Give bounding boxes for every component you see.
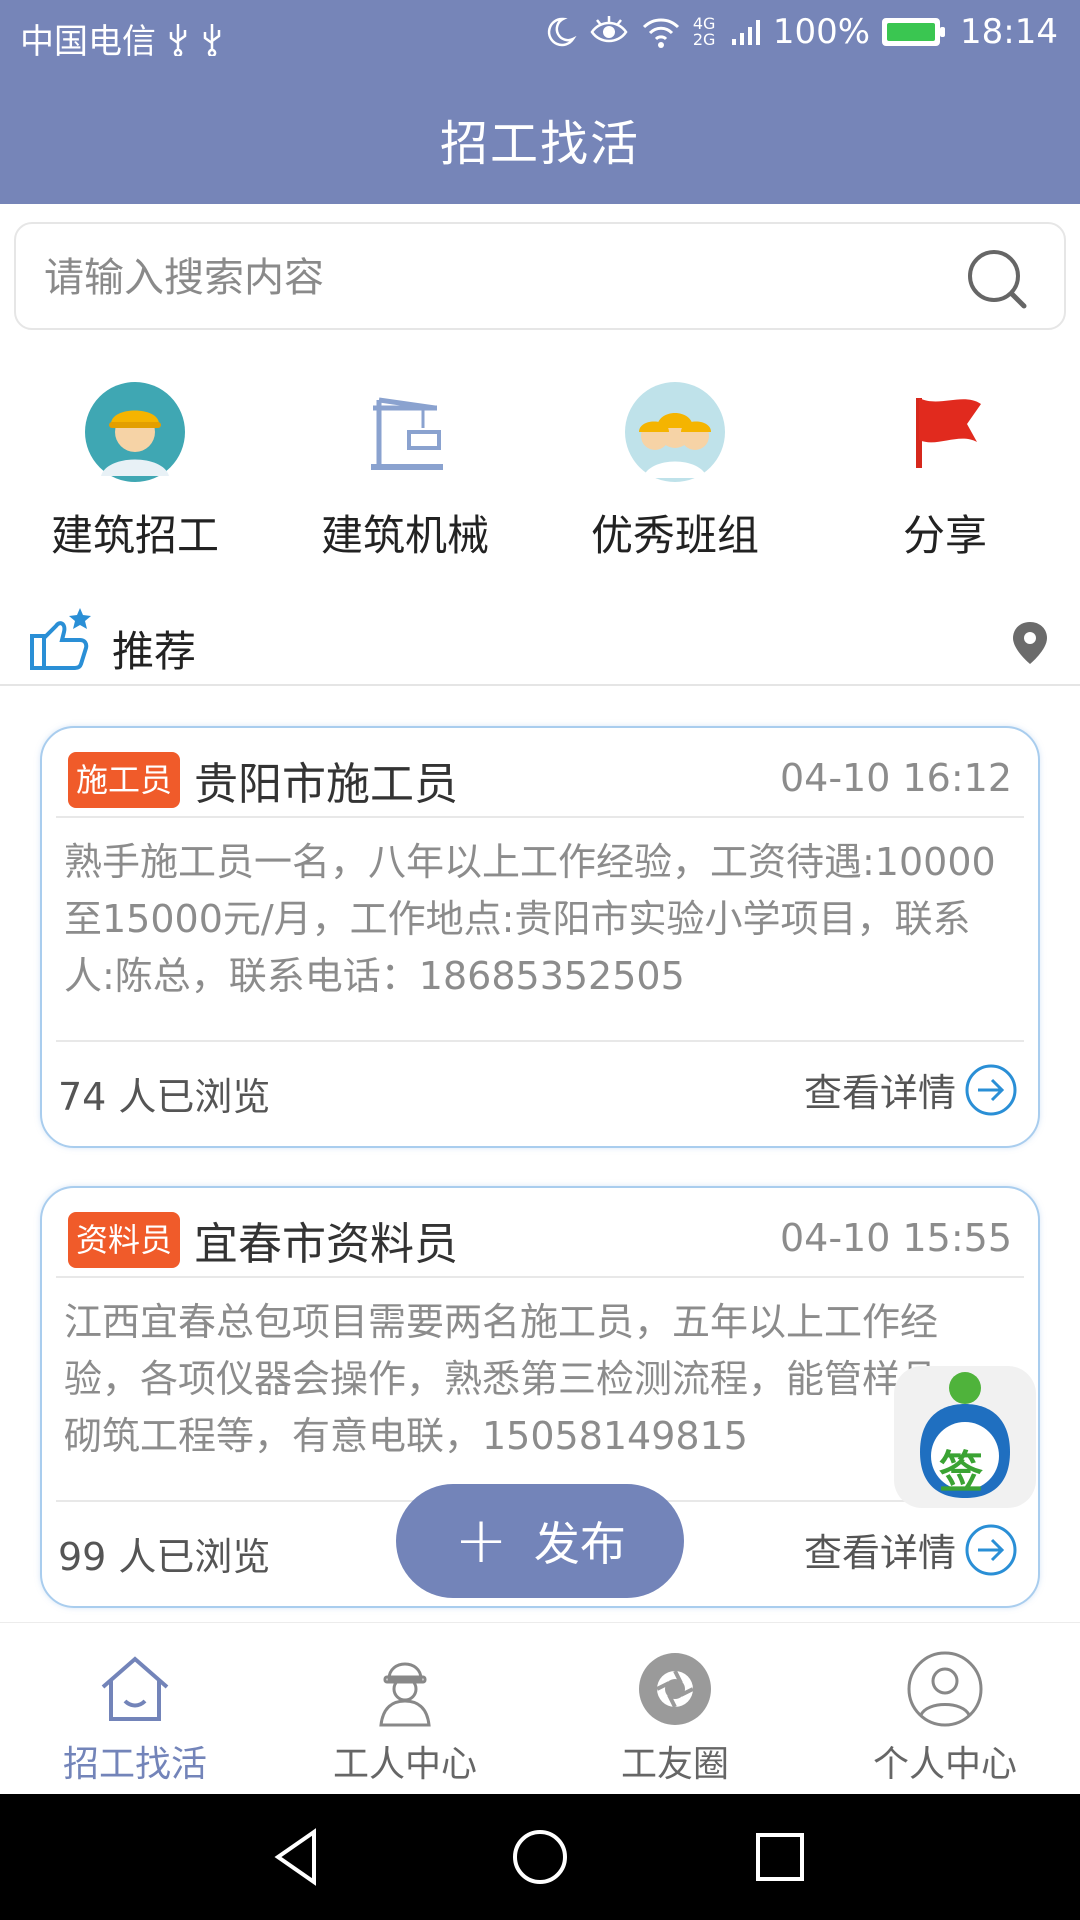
tab-label: 个人中心	[872, 1744, 1017, 1785]
sign-in-badge[interactable]: 签	[894, 1366, 1036, 1508]
thumbs-up-icon	[30, 608, 91, 670]
view-details-label: 查看详情	[803, 1531, 956, 1575]
recommend-label: 推荐	[112, 627, 197, 676]
home-icon	[101, 1656, 169, 1721]
network-label: 4G 2G	[692, 14, 716, 49]
usb-icon	[169, 23, 187, 56]
search-box[interactable]	[14, 222, 1066, 330]
tab-job-search[interactable]: 招工找活	[0, 1623, 270, 1787]
worker-icon	[379, 1662, 431, 1727]
bottom-tab-bar: 招工找活 工人中心 工友圈 个人中心	[0, 1622, 1080, 1794]
category-construction-recruit[interactable]: 建筑招工	[0, 380, 270, 563]
job-description: 熟手施工员一名，八年以上工作经验，工资待遇:10000至15000元/月，工作地…	[64, 840, 996, 998]
category-label: 分享	[902, 511, 987, 560]
category-label: 建筑招工	[50, 511, 219, 560]
category-label: 优秀班组	[590, 511, 759, 560]
tab-personal-center[interactable]: 个人中心	[810, 1623, 1080, 1787]
plus-icon: +	[454, 1504, 508, 1578]
job-tag: 施工员	[68, 752, 181, 808]
location-pin-icon[interactable]	[1010, 620, 1050, 666]
post-time: 04-10 15:55	[779, 1216, 1012, 1260]
tab-label: 招工找活	[62, 1744, 207, 1785]
sign-in-label: 签	[939, 1447, 983, 1498]
search-icon[interactable]	[964, 246, 1030, 312]
post-time: 04-10 16:12	[779, 756, 1012, 800]
category-label: 建筑机械	[320, 511, 489, 560]
back-icon[interactable]	[266, 1824, 332, 1890]
home-circle-icon[interactable]	[507, 1824, 573, 1890]
team-icon	[625, 382, 725, 482]
divider	[56, 1276, 1024, 1278]
arrow-right-circle-icon	[965, 1064, 1017, 1115]
eye-icon	[590, 16, 628, 43]
page-title: 招工找活	[439, 116, 640, 172]
system-nav-bar	[0, 1794, 1080, 1920]
battery-percent: 100%	[772, 12, 871, 52]
recents-icon[interactable]	[747, 1824, 813, 1890]
job-tag: 资料员	[68, 1212, 181, 1268]
divider	[56, 816, 1024, 818]
job-description: 江西宜春总包项目需要两名施工员，五年以上工作经验，各项仪器会操作，熟悉第三检测流…	[64, 1300, 977, 1458]
card-header: 施工员 贵阳市施工员 04-10 16:12	[68, 742, 1012, 812]
tab-label: 工人中心	[332, 1744, 477, 1785]
crane-icon	[371, 397, 443, 470]
tab-worker-center[interactable]: 工人中心	[270, 1623, 540, 1787]
publish-label: 发布	[533, 1517, 626, 1571]
search-input[interactable]	[44, 246, 944, 310]
divider	[56, 1040, 1024, 1042]
tab-label: 工友圈	[620, 1744, 729, 1785]
camera-aperture-icon	[639, 1653, 711, 1725]
wifi-icon	[642, 18, 679, 48]
job-title: 宜春市资料员	[194, 1219, 458, 1270]
worker-avatar-icon	[85, 382, 185, 482]
recommend-bar: 推荐	[0, 600, 1080, 686]
view-count: 74 人已浏览	[58, 1075, 271, 1119]
category-excellent-team[interactable]: 优秀班组	[540, 380, 810, 563]
battery-icon	[882, 18, 946, 46]
publish-button[interactable]: + 发布	[396, 1484, 684, 1598]
view-details-link[interactable]: 查看详情	[804, 1062, 1018, 1117]
arrow-right-circle-icon	[965, 1524, 1017, 1575]
clock: 18:14	[960, 12, 1058, 52]
moon-icon	[547, 17, 577, 47]
signal-icon	[731, 20, 760, 45]
card-header: 资料员 宜春市资料员 04-10 15:55	[68, 1202, 1012, 1272]
category-share[interactable]: 分享	[810, 380, 1080, 563]
status-bar: 中国电信 4G 2G 100% 18:14	[0, 0, 1080, 72]
view-details-label: 查看详情	[803, 1071, 956, 1115]
app-header: 中国电信 4G 2G 100% 18:14 招工找活	[0, 0, 1080, 204]
view-count: 99 人已浏览	[58, 1535, 271, 1579]
tab-worker-circle[interactable]: 工友圈	[540, 1623, 810, 1787]
category-row: 建筑招工 建筑机械 优秀班组 分享	[0, 380, 1080, 560]
job-title: 贵阳市施工员	[194, 759, 458, 810]
category-construction-machinery[interactable]: 建筑机械	[270, 380, 540, 563]
view-details-link[interactable]: 查看详情	[804, 1522, 1018, 1577]
person-icon	[907, 1651, 983, 1727]
usb-icon	[203, 23, 221, 56]
carrier-label: 中国电信	[20, 22, 156, 62]
red-flag-icon	[916, 398, 981, 468]
job-card[interactable]: 施工员 贵阳市施工员 04-10 16:12 熟手施工员一名，八年以上工作经验，…	[40, 726, 1040, 1148]
